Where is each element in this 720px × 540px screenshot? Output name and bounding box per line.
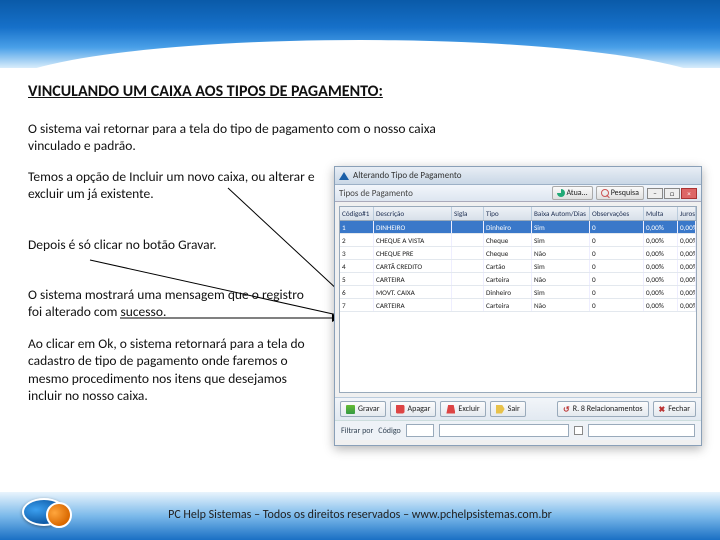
filter-label: Filtrar por	[341, 426, 373, 436]
filter-extra-input[interactable]	[588, 424, 695, 437]
col-multa[interactable]: Multa	[644, 207, 678, 220]
remove-icon	[446, 405, 455, 414]
slide: VINCULANDO UM CAIXA AOS TIPOS DE PAGAMEN…	[0, 0, 720, 540]
refresh-button[interactable]: Atua...	[552, 186, 593, 200]
paragraph-4: O sistema mostrará uma mensagem que o re…	[28, 286, 318, 321]
save-icon	[346, 405, 355, 414]
search-icon	[601, 189, 609, 197]
save-button[interactable]: Gravar	[340, 401, 386, 417]
data-grid[interactable]: Código#1 Descrição Sigla Tipo Baixa Auto…	[339, 206, 697, 393]
titlebar-outer: Alterando Tipo de Pagamento	[335, 167, 701, 185]
table-row[interactable]: 1DINHEIRODinheiroSim00,00%0,00%	[340, 221, 696, 234]
footer-text: PC Help Sistemas – Todos os direitos res…	[0, 508, 720, 522]
minimize-button[interactable]: –	[647, 188, 663, 199]
delete-button[interactable]: Apagar	[390, 401, 437, 417]
col-codigo[interactable]: Código#1	[340, 207, 374, 220]
relations-button[interactable]: ↺R. 8 Relacionamentos	[557, 401, 649, 417]
table-row[interactable]: 3CHEQUE PREChequeNão00,00%0,00%	[340, 247, 696, 260]
filter-checkbox[interactable]	[574, 426, 583, 435]
paragraph-2: Temos a opção de Incluir um novo caixa, …	[28, 168, 318, 203]
exit-button[interactable]: Sair	[490, 401, 526, 417]
relations-icon: ↺	[563, 405, 570, 414]
slide-title: VINCULANDO UM CAIXA AOS TIPOS DE PAGAMEN…	[28, 82, 383, 101]
col-baixa[interactable]: Baixa Autom/Dias	[532, 207, 590, 220]
grid-header: Código#1 Descrição Sigla Tipo Baixa Auto…	[340, 207, 696, 221]
paragraph-5: Ao clicar em Ok, o sistema retornará par…	[28, 335, 318, 404]
exit-icon	[496, 405, 505, 414]
col-obs[interactable]: Observações	[590, 207, 644, 220]
window-controls: – □ ×	[647, 188, 697, 199]
refresh-icon	[557, 189, 565, 197]
remove-button[interactable]: Excluir	[440, 401, 485, 417]
close-window-button[interactable]: ×	[681, 188, 697, 199]
app-icon	[339, 172, 349, 180]
paragraph-3: Depois é só clicar no botão Gravar.	[28, 236, 258, 253]
col-tipo[interactable]: Tipo	[484, 207, 532, 220]
col-juros[interactable]: Juros a/m	[678, 207, 696, 220]
paragraph-1: O sistema vai retornar para a tela do ti…	[28, 120, 488, 155]
close-button[interactable]: ✖Fechar	[653, 401, 696, 417]
col-sigla[interactable]: Sigla	[452, 207, 484, 220]
delete-icon	[396, 405, 405, 414]
table-row[interactable]: 7CARTEIRACarteiraNão00,00%0,00%	[340, 299, 696, 312]
maximize-button[interactable]: □	[664, 188, 680, 199]
table-row[interactable]: 6MOVT. CAIXADinheiroSim00,00%0,00%	[340, 286, 696, 299]
col-descricao[interactable]: Descrição	[374, 207, 452, 220]
filter-field-label: Código	[378, 426, 400, 436]
search-button[interactable]: Pesquisa	[596, 186, 644, 200]
subwindow-title: Tipos de Pagamento	[339, 188, 413, 199]
window-title: Alterando Tipo de Pagamento	[353, 170, 462, 181]
close-icon: ✖	[659, 405, 666, 414]
filter-code-input[interactable]	[406, 424, 434, 437]
table-row[interactable]: 2CHEQUE A VISTAChequeSim00,00%0,00%	[340, 234, 696, 247]
table-row[interactable]: 5CARTEIRACarteiraNão00,00%0,00%	[340, 273, 696, 286]
filter-row: Filtrar por Código	[335, 420, 701, 440]
filter-text-input[interactable]	[439, 424, 569, 437]
toolbar: Gravar Apagar Excluir Sair ↺R. 8 Relacio…	[335, 397, 701, 420]
app-window: Alterando Tipo de Pagamento Tipos de Pag…	[334, 166, 702, 446]
titlebar-inner: Tipos de Pagamento Atua... Pesquisa – □ …	[335, 185, 701, 202]
table-row[interactable]: 4CARTÃ CREDITOCartãoSim00,00%0,00%	[340, 260, 696, 273]
